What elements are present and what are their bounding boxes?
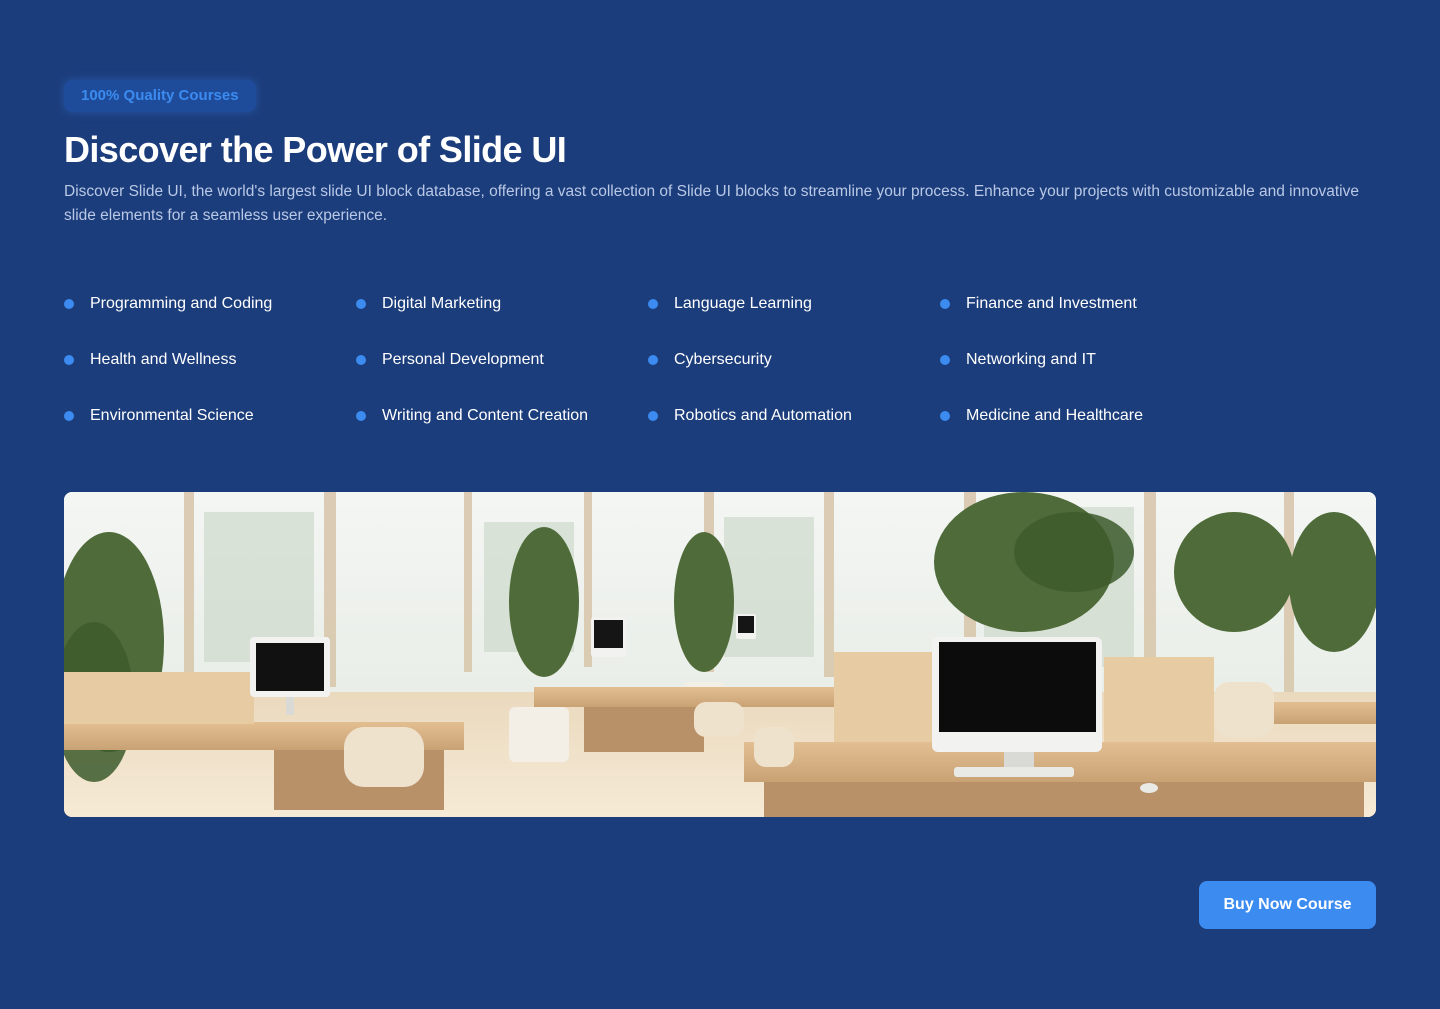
- topic-item: Language Learning: [648, 276, 940, 332]
- bullet-dot-icon: [940, 355, 950, 365]
- topic-item: Environmental Science: [64, 388, 356, 444]
- topic-list: Programming and Coding Digital Marketing…: [64, 276, 1232, 444]
- bullet-dot-icon: [64, 355, 74, 365]
- bullet-dot-icon: [64, 299, 74, 309]
- topic-item: Personal Development: [356, 332, 648, 388]
- topic-label: Networking and IT: [966, 351, 1096, 368]
- bullet-dot-icon: [356, 355, 366, 365]
- topic-item: Health and Wellness: [64, 332, 356, 388]
- bullet-dot-icon: [356, 411, 366, 421]
- page-description: Discover Slide UI, the world's largest s…: [64, 183, 1359, 224]
- topic-label: Language Learning: [674, 295, 812, 312]
- topic-item: Programming and Coding: [64, 276, 356, 332]
- topic-label: Health and Wellness: [90, 351, 237, 368]
- page-title: Discover the Power of Slide UI: [64, 129, 567, 170]
- bullet-dot-icon: [940, 411, 950, 421]
- topic-label: Cybersecurity: [674, 351, 772, 368]
- topic-label: Programming and Coding: [90, 295, 273, 312]
- topic-label: Medicine and Healthcare: [966, 407, 1143, 424]
- topic-item: Finance and Investment: [940, 276, 1232, 332]
- office-hero-image: [64, 492, 1376, 817]
- bullet-dot-icon: [356, 299, 366, 309]
- topic-label: Digital Marketing: [382, 295, 502, 312]
- bullet-dot-icon: [64, 411, 74, 421]
- office-illustration: [64, 492, 1376, 817]
- bullet-dot-icon: [648, 411, 658, 421]
- bullet-dot-icon: [940, 299, 950, 309]
- buy-now-button[interactable]: Buy Now Course: [1199, 881, 1376, 929]
- topic-item: Writing and Content Creation: [356, 388, 648, 444]
- topic-label: Finance and Investment: [966, 295, 1137, 312]
- topic-item: Robotics and Automation: [648, 388, 940, 444]
- quality-badge: 100% Quality Courses: [64, 80, 256, 112]
- topic-item: Digital Marketing: [356, 276, 648, 332]
- topic-label: Writing and Content Creation: [382, 407, 589, 424]
- topic-label: Robotics and Automation: [674, 407, 852, 424]
- bullet-dot-icon: [648, 299, 658, 309]
- topic-label: Personal Development: [382, 351, 544, 368]
- topic-item: Cybersecurity: [648, 332, 940, 388]
- bullet-dot-icon: [648, 355, 658, 365]
- topic-item: Networking and IT: [940, 332, 1232, 388]
- page: 100% Quality Courses Discover the Power …: [0, 0, 1440, 1009]
- topic-label: Environmental Science: [90, 407, 254, 424]
- topic-item: Medicine and Healthcare: [940, 388, 1232, 444]
